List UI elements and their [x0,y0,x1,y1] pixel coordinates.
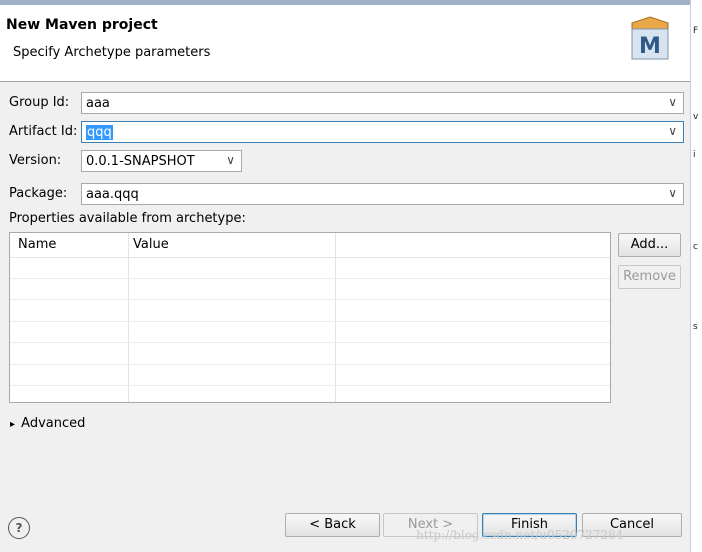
table-row [10,342,610,343]
background-window-edge: F v i c s [690,0,702,552]
column-header-name[interactable]: Name [18,237,56,252]
expand-arrow-icon[interactable]: ▸ [10,419,15,430]
help-icon[interactable]: ? [8,517,30,539]
edge-text-fragment: s [693,322,698,332]
edge-text-fragment: i [693,150,696,160]
version-combo[interactable]: 0.0.1-SNAPSHOT ∨ [81,150,242,172]
table-row [10,321,610,322]
table-row [10,385,610,386]
maven-logo-letter: M [639,34,661,59]
edge-text-fragment: F [693,26,699,36]
artifact-id-combo[interactable]: qqq ∨ [81,121,684,143]
wizard-title: New Maven project [6,17,158,33]
new-maven-project-dialog: New Maven project Specify Archetype para… [0,5,690,552]
chevron-down-icon[interactable]: ∨ [668,95,677,109]
package-combo[interactable]: aaa.qqq ∨ [81,183,684,205]
group-id-combo[interactable]: aaa ∨ [81,92,684,114]
version-value: 0.0.1-SNAPSHOT [86,154,195,169]
table-row [10,278,610,279]
table-row [10,364,610,365]
advanced-label: Advanced [21,416,86,431]
edge-text-fragment: v [693,112,699,122]
remove-property-button: Remove [618,265,681,289]
chevron-down-icon[interactable]: ∨ [226,153,235,167]
chevron-down-icon[interactable]: ∨ [668,186,677,200]
wizard-subtitle: Specify Archetype parameters [13,45,211,60]
table-row [10,299,610,300]
column-divider [335,233,336,402]
watermark-text: http://blog.csdn.net/u0520727284 [416,528,624,542]
back-button[interactable]: < Back [285,513,380,537]
properties-table-header: Name Value [10,233,610,258]
artifact-id-value: qqq [86,125,113,140]
chevron-down-icon[interactable]: ∨ [668,124,677,138]
advanced-section-toggle[interactable]: ▸ Advanced [10,416,85,431]
properties-table[interactable]: Name Value [9,232,611,403]
package-label: Package: [9,186,68,201]
edge-text-fragment: c [693,242,698,252]
maven-logo-icon: M [631,16,669,60]
group-id-value: aaa [86,96,110,111]
column-divider [128,233,129,402]
artifact-id-selected-text: qqq [86,125,113,140]
artifact-id-label: Artifact Id: [9,124,78,139]
wizard-header: New Maven project Specify Archetype para… [0,5,690,82]
properties-label: Properties available from archetype: [9,211,246,226]
column-header-value[interactable]: Value [133,237,169,252]
add-property-button[interactable]: Add... [618,233,681,257]
group-id-label: Group Id: [9,95,70,110]
package-value: aaa.qqq [86,187,139,202]
version-label: Version: [9,153,62,168]
